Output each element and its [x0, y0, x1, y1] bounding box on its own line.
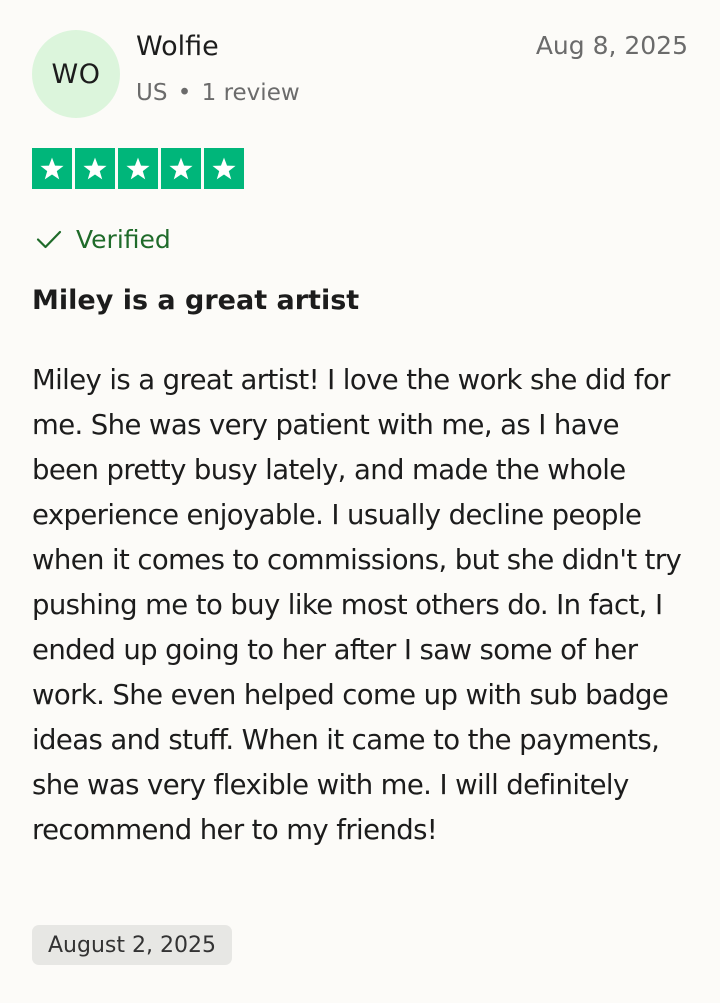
avatar-initials: WO	[51, 58, 101, 90]
star-icon	[118, 148, 158, 189]
star-rating	[32, 148, 244, 189]
review-date: Aug 8, 2025	[535, 31, 688, 60]
reviewer-meta: US • 1 review	[136, 80, 300, 106]
review-title[interactable]: Miley is a great artist	[32, 285, 359, 316]
checkmark-icon	[34, 224, 64, 254]
avatar[interactable]: WO	[32, 30, 120, 118]
meta-separator: •	[177, 80, 192, 106]
review-body: Miley is a great artist! I love the work…	[32, 364, 682, 846]
verified-badge[interactable]: Verified	[34, 224, 171, 254]
star-icon	[32, 148, 72, 189]
reviewer-country: US	[136, 80, 168, 106]
star-icon	[161, 148, 201, 189]
verified-label: Verified	[76, 224, 171, 254]
star-icon	[75, 148, 115, 189]
reviewer-name[interactable]: Wolfie	[136, 31, 219, 62]
date-of-experience: August 2, 2025	[48, 932, 216, 958]
reviewer-review-count[interactable]: 1 review	[202, 80, 300, 106]
star-icon	[204, 148, 244, 189]
date-of-experience-chip: August 2, 2025	[32, 925, 232, 965]
